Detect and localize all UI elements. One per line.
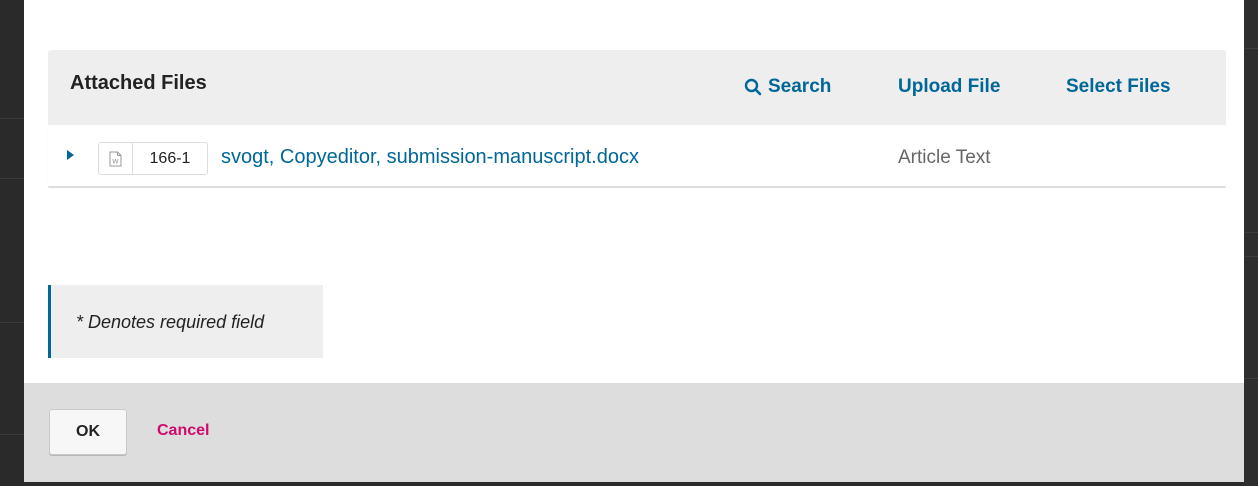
file-badge: W 166-1 (98, 142, 208, 175)
attach-files-modal: Attached Files Search Upload File Select… (24, 0, 1244, 482)
cancel-link[interactable]: Cancel (157, 422, 209, 440)
grid-title: Attached Files (70, 72, 207, 94)
modal-body: Attached Files Search Upload File Select… (24, 0, 1244, 383)
required-field-note: * Denotes required field (48, 285, 323, 358)
modal-footer: OK Cancel (24, 383, 1244, 482)
attached-files-grid: Attached Files Search Upload File Select… (48, 50, 1226, 188)
ok-button[interactable]: OK (49, 409, 127, 455)
expand-triangle-icon[interactable] (64, 149, 76, 161)
search-label: Search (768, 76, 832, 97)
file-id: 166-1 (149, 149, 191, 167)
svg-text:W: W (112, 158, 119, 165)
select-files-link[interactable]: Select Files (1066, 76, 1171, 98)
file-genre: Article Text (898, 147, 991, 168)
grid-header: Attached Files Search Upload File Select… (48, 50, 1226, 125)
upload-file-link[interactable]: Upload File (898, 76, 1000, 98)
file-name-link[interactable]: svogt, Copyeditor, submission-manuscript… (221, 146, 639, 169)
table-row: W 166-1 svogt, Copyeditor, submission-ma… (48, 125, 1226, 187)
search-link[interactable]: Search (744, 76, 831, 98)
required-field-text: * Denotes required field (76, 312, 265, 332)
page-backdrop-right (1244, 0, 1258, 486)
word-document-icon: W (99, 143, 133, 174)
page-backdrop-left (0, 0, 24, 486)
search-icon (744, 78, 762, 96)
